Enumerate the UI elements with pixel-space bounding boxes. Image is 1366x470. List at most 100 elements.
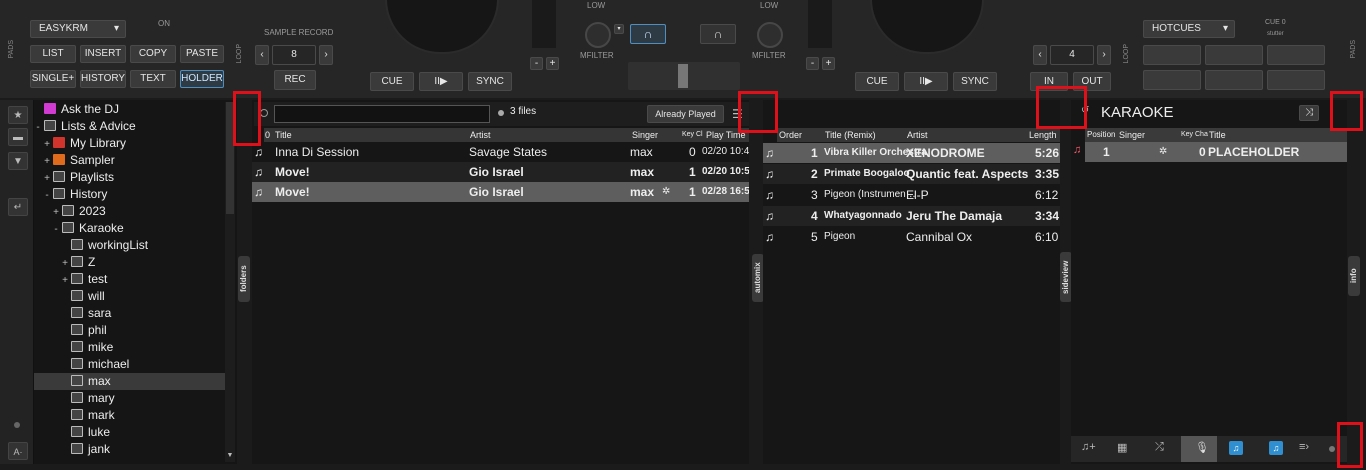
folders-tab[interactable]: folders xyxy=(238,256,250,302)
hotcue-pad-6[interactable] xyxy=(1267,70,1325,90)
hotcue-pad-4[interactable] xyxy=(1143,70,1201,90)
headphone-right-icon[interactable]: ∩ xyxy=(700,24,736,44)
already-played-button[interactable]: Already Played xyxy=(647,105,724,123)
left-jog-wheel[interactable] xyxy=(385,0,499,54)
tree-item[interactable]: + My Library xyxy=(34,135,225,152)
font-size-icon[interactable]: A· xyxy=(8,442,28,460)
tree-item[interactable]: luke xyxy=(34,424,225,441)
add-track-icon[interactable]: ♫+ xyxy=(1081,441,1096,453)
gear-icon[interactable]: ✲ xyxy=(662,182,670,202)
automix-row[interactable]: ♫ 3 Pigeon (Instrumen… El-P 6:12 xyxy=(763,185,1060,205)
karaoke-song-2-icon[interactable]: ♫ xyxy=(1269,441,1283,455)
headphone-left-icon[interactable]: ∩ xyxy=(630,24,666,44)
hotcues-mode-select[interactable]: HOTCUES ▾ xyxy=(1143,20,1235,38)
col-key[interactable]: Key Cl xyxy=(682,128,703,142)
sampler-mode-select[interactable]: EASYKRM ▾ xyxy=(30,20,126,38)
tree-item[interactable]: mary xyxy=(34,390,225,407)
col-artist[interactable]: Artist xyxy=(470,128,491,142)
expand-toggle-icon[interactable]: - xyxy=(34,119,42,136)
expand-toggle-icon[interactable]: - xyxy=(43,187,51,204)
star-icon[interactable]: ★ xyxy=(8,106,28,124)
tree-item[interactable]: +2023 xyxy=(34,203,225,220)
browser-row[interactable]: ♫ Move! Gio Israel max 1 02/20 10:58 xyxy=(252,162,749,182)
expand-toggle-icon[interactable]: + xyxy=(43,136,51,153)
hotcue-pad-3[interactable] xyxy=(1267,45,1325,65)
rec-button[interactable]: REC xyxy=(274,70,316,90)
tree-item[interactable]: - Karaoke xyxy=(34,220,225,237)
expand-toggle-icon[interactable]: + xyxy=(61,272,69,289)
cue-button-right[interactable]: CUE xyxy=(855,72,899,91)
tree-item[interactable]: - Lists & Advice xyxy=(34,118,225,135)
tree-item[interactable]: mike xyxy=(34,339,225,356)
col-key-change[interactable]: Key Cha xyxy=(1181,128,1208,142)
tree-item[interactable]: michael xyxy=(34,356,225,373)
col-title-remix[interactable]: Title (Remix) xyxy=(825,128,876,142)
hotcue-pad-1[interactable] xyxy=(1143,45,1201,65)
tree-scrollbar[interactable]: ▼ xyxy=(225,102,235,462)
filter-knob-right[interactable] xyxy=(757,22,783,48)
tree-item[interactable]: + Z xyxy=(34,254,225,271)
pitch-slider-right[interactable] xyxy=(808,0,832,48)
col-singer[interactable]: Singer xyxy=(632,128,658,142)
folder-add-icon[interactable]: ▬ xyxy=(8,128,28,146)
automix-row[interactable]: ♫ 2 Primate Boogaloo Quantic feat. Aspects 3… xyxy=(763,164,1060,184)
filter-menu-left[interactable]: ▾ xyxy=(614,24,624,34)
tree-item[interactable]: + Sampler xyxy=(34,152,225,169)
tree-item[interactable]: workingList xyxy=(34,237,225,254)
karaoke-shuffle-icon[interactable]: ⤨ xyxy=(1299,105,1319,121)
shuffle-icon[interactable]: ⤮ xyxy=(1155,441,1164,454)
history-button[interactable]: HISTORY xyxy=(80,70,126,88)
tree-item[interactable]: + test xyxy=(34,271,225,288)
sample-next-button[interactable]: › xyxy=(319,45,333,65)
col-length[interactable]: Length xyxy=(1029,128,1057,142)
automix-row[interactable]: ♫ 5 Pigeon Cannibal Ox 6:10 xyxy=(763,227,1060,247)
hotcue-pad-5[interactable] xyxy=(1205,70,1263,90)
col-position[interactable]: Position xyxy=(1087,128,1115,142)
filter-icon[interactable]: ▼ xyxy=(8,152,28,170)
expand-toggle-icon[interactable]: + xyxy=(61,255,69,272)
minus-button-right[interactable]: - xyxy=(806,57,819,70)
sync-button-right[interactable]: SYNC xyxy=(953,72,997,91)
expand-toggle-icon[interactable]: + xyxy=(52,204,60,221)
hotcue-pad-2[interactable] xyxy=(1205,45,1263,65)
plus-button-right[interactable]: + xyxy=(822,57,835,70)
col-order[interactable]: Order xyxy=(779,128,802,142)
loop-next-button[interactable]: › xyxy=(1097,45,1111,65)
filter-knob-left[interactable] xyxy=(585,22,611,48)
copy-button[interactable]: COPY xyxy=(130,45,176,63)
tree-item[interactable]: phil xyxy=(34,322,225,339)
right-jog-wheel[interactable] xyxy=(870,0,984,54)
col-title[interactable]: Title xyxy=(275,128,292,142)
crossfader-handle[interactable] xyxy=(678,64,688,88)
grid-icon[interactable]: ▦ xyxy=(1117,441,1127,454)
tree-item[interactable]: max xyxy=(34,373,225,390)
expand-toggle-icon[interactable]: - xyxy=(52,221,60,238)
minus-button-left[interactable]: - xyxy=(530,57,543,70)
single-plus-button[interactable]: SINGLE+ xyxy=(30,70,76,88)
sync-button-left[interactable]: SYNC xyxy=(468,72,512,91)
plus-button-left[interactable]: + xyxy=(546,57,559,70)
holder-button[interactable]: HOLDER xyxy=(180,70,224,88)
col-index[interactable]: 0 xyxy=(265,128,270,142)
tree-item[interactable]: will xyxy=(34,288,225,305)
queue-icon[interactable]: ≡› xyxy=(1299,441,1309,453)
back-icon[interactable]: ↵ xyxy=(8,198,28,216)
tree-item[interactable]: - History xyxy=(34,186,225,203)
browser-row[interactable]: ♫ Move! Gio Israel max 1 02/28 16:53 ✲ xyxy=(252,182,749,202)
automix-row[interactable]: ♫ 1 Vibra Killer Orchestra XENODROME 5:26 xyxy=(763,143,1060,163)
tree-item[interactable]: Ask the DJ xyxy=(34,101,225,118)
sample-prev-button[interactable]: ‹ xyxy=(255,45,269,65)
tree-item[interactable]: sara xyxy=(34,305,225,322)
tree-item[interactable]: + Playlists xyxy=(34,169,225,186)
crossfader[interactable] xyxy=(628,62,740,90)
expand-toggle-icon[interactable]: + xyxy=(43,170,51,187)
text-button[interactable]: TEXT xyxy=(130,70,176,88)
karaoke-song-icon[interactable]: ♫ xyxy=(1229,441,1243,455)
insert-button[interactable]: INSERT xyxy=(80,45,126,63)
loop-prev-button[interactable]: ‹ xyxy=(1033,45,1047,65)
col-singer[interactable]: Singer xyxy=(1119,128,1145,142)
automix-row[interactable]: ♫ 4 Whatyagonnado Jeru The Damaja 3:34 xyxy=(763,206,1060,226)
col-artist[interactable]: Artist xyxy=(907,128,928,142)
list-button[interactable]: LIST xyxy=(30,45,76,63)
play-button-left[interactable]: II▶ xyxy=(419,72,463,91)
